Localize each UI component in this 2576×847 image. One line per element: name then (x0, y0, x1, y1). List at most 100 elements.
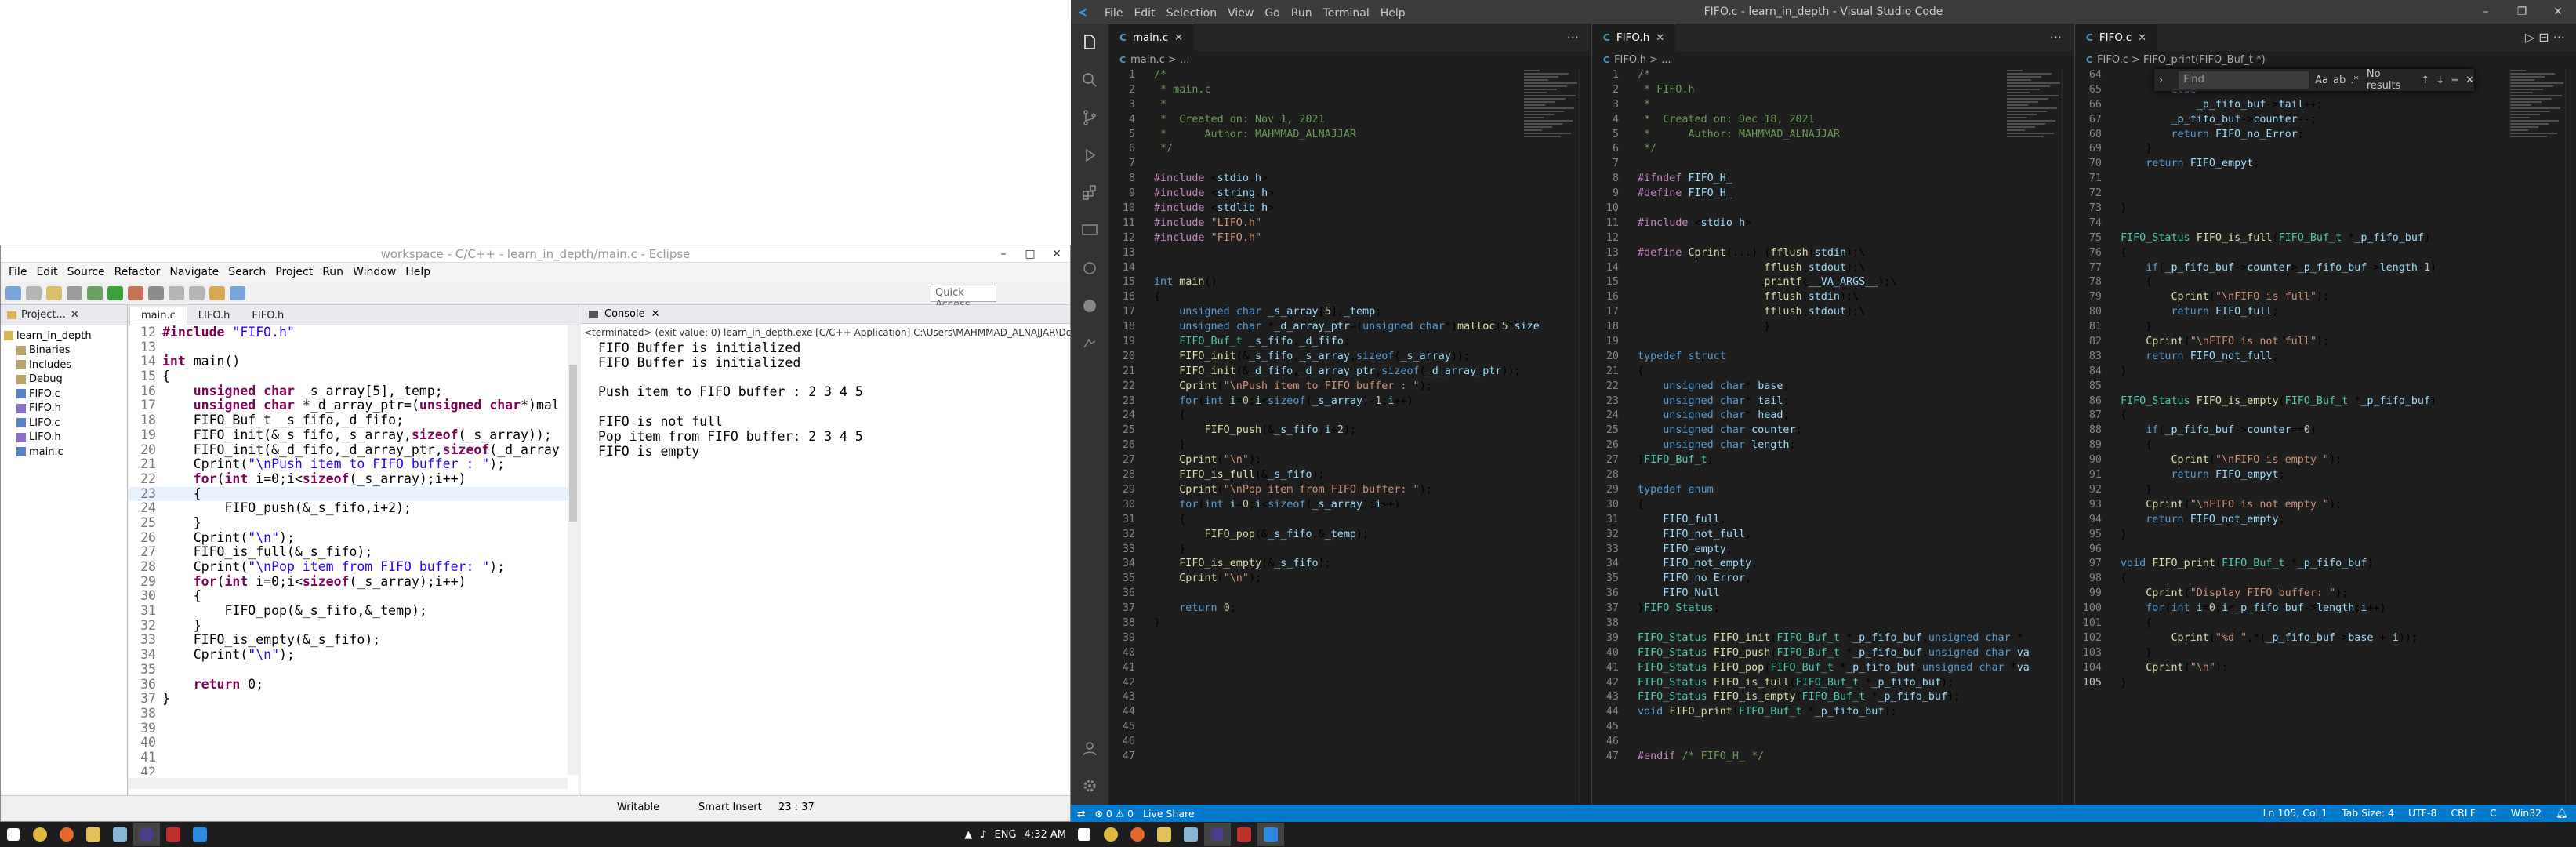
close-icon[interactable]: ✕ (2465, 75, 2474, 86)
menu-item-project[interactable]: Project (270, 266, 317, 278)
menu-item-window[interactable]: Window (348, 266, 401, 278)
close-icon[interactable]: ✕ (1174, 32, 1183, 44)
editor-code[interactable]: 12 #include "FIFO.h" 13 14 int main() 15 {16 u… (129, 325, 568, 775)
status-line-col[interactable]: Ln 105, Col 1 (2263, 807, 2327, 820)
source-control-icon[interactable] (1071, 99, 1108, 136)
tree-item[interactable]: LIFO.c (4, 416, 124, 431)
menu-item-source[interactable]: Source (63, 266, 110, 278)
run-debug-icon[interactable] (1071, 136, 1108, 174)
vscode-title-bar[interactable]: ≺ File Edit Selection View Go Run Terminal Help… (1071, 0, 2576, 24)
tree-item[interactable]: LIFO.h (4, 431, 124, 445)
breadcrumb[interactable]: C FIFO.c > FIFO_print(FIFO_Buf_t *) (2075, 51, 2576, 68)
menu-item-search[interactable]: Search (223, 266, 270, 278)
menu-item-go[interactable]: Go (1259, 7, 1285, 20)
more-actions-icon[interactable]: ··· (2050, 30, 2062, 45)
menu-item-help[interactable]: Help (401, 266, 435, 278)
remote-icon[interactable]: ⇄ (1077, 808, 1085, 820)
nav-back-icon[interactable] (169, 285, 184, 300)
eclipse-title-bar[interactable]: workspace - C/C++ - learn_in_depth/main.… (1, 245, 1070, 263)
whole-word-icon[interactable]: ab (2333, 75, 2346, 86)
menu-item-run[interactable]: Run (317, 266, 348, 278)
account-icon[interactable] (1071, 729, 1108, 767)
arrow-down-icon[interactable]: ↓ (2436, 75, 2444, 86)
menu-item-navigate[interactable]: Navigate (165, 266, 223, 278)
editor-tab[interactable]: C FIFO.h ✕ (1592, 24, 1676, 51)
minimap[interactable] (2510, 68, 2565, 162)
status-language[interactable]: C (2490, 807, 2497, 820)
tree-item[interactable]: Debug (4, 373, 124, 387)
live-share-status[interactable]: Live Share (1143, 808, 1195, 820)
match-case-icon[interactable]: Aa (2315, 75, 2328, 86)
minimize-icon[interactable]: – (990, 245, 1017, 263)
quick-access-input[interactable]: Quick Access (931, 285, 996, 311)
editor-tab[interactable]: FIFO.h (241, 307, 295, 325)
close-icon[interactable]: ✕ (2138, 32, 2146, 44)
explorer-icon[interactable] (80, 823, 107, 846)
vertical-scrollbar[interactable] (2062, 68, 2073, 805)
tree-item[interactable]: Includes (4, 358, 124, 373)
run-icon[interactable] (107, 285, 123, 300)
tree-item[interactable]: FIFO.h (4, 402, 124, 416)
menu-item-terminal[interactable]: Terminal (1318, 7, 1375, 20)
find-input[interactable]: Find (2179, 71, 2309, 89)
arrow-up-icon[interactable]: ↑ (2421, 75, 2429, 86)
chrome-icon[interactable] (1098, 823, 1124, 846)
search-icon[interactable] (1071, 61, 1108, 99)
menu-item-refactor[interactable]: Refactor (110, 266, 165, 278)
build-icon[interactable] (46, 285, 62, 300)
explorer-icon[interactable] (1151, 823, 1177, 846)
vscode-taskbar-icon[interactable] (1257, 823, 1284, 846)
status-encoding[interactable]: UTF-8 (2408, 807, 2436, 820)
manage-gear-icon[interactable] (1071, 767, 1108, 805)
vertical-scrollbar[interactable] (2565, 68, 2576, 805)
close-icon[interactable]: ✕ (2540, 0, 2576, 24)
firefox-icon[interactable] (53, 823, 80, 846)
tree-item[interactable]: learn_in_depth (4, 329, 124, 344)
breadcrumb[interactable]: Cmain.c > ... (1108, 51, 1590, 68)
chevron-right-icon[interactable]: › (2159, 75, 2163, 86)
eclipse-taskbar-icon[interactable] (133, 823, 160, 846)
editor-tab[interactable]: main.c (129, 307, 187, 325)
clock[interactable]: 4:32 AM (1025, 829, 1066, 841)
code-area[interactable]: 1/* 2 * FIFO.h 3 * 4 * Created on: Dec 18, … (1592, 68, 2073, 805)
more-actions-icon[interactable]: ··· (1567, 30, 1579, 45)
save-icon[interactable] (26, 285, 42, 300)
windows-start-icon[interactable] (1071, 823, 1098, 846)
menu-item-file[interactable]: File (1099, 7, 1128, 20)
github-icon[interactable] (1071, 287, 1108, 325)
live-share-icon[interactable] (1071, 325, 1108, 362)
chrome-icon[interactable] (27, 823, 53, 846)
project-explorer-tab[interactable]: Project... ✕ (1, 305, 127, 325)
stop-icon[interactable] (128, 285, 143, 300)
minimize-icon[interactable]: – (2468, 0, 2504, 24)
tree-item[interactable]: FIFO.c (4, 387, 124, 402)
new-icon[interactable] (5, 285, 21, 300)
close-icon[interactable]: ✕ (651, 308, 660, 320)
more-actions-icon[interactable]: ▷ ⊟ ··· (2525, 30, 2565, 45)
selection-icon[interactable]: ≡ (2451, 75, 2459, 86)
status-tab-size[interactable]: Tab Size: 4 (2342, 807, 2394, 820)
network-icon[interactable]: ▲ (964, 829, 972, 841)
firefox-icon[interactable] (1124, 823, 1151, 846)
editor-tab[interactable]: Cmain.c ✕ (1108, 24, 1195, 51)
code-area[interactable]: 64 _p_fifo_buf->tail=_p_fifo_buf->base;6… (2075, 68, 2576, 805)
minimap[interactable] (1524, 68, 1579, 162)
explorer-icon[interactable] (1071, 24, 1108, 61)
menu-item-file[interactable]: File (4, 266, 31, 278)
close-icon[interactable]: ✕ (71, 309, 79, 321)
vscode-taskbar-icon[interactable] (187, 823, 213, 846)
settings-icon[interactable] (67, 285, 82, 300)
perspective-icon[interactable] (230, 285, 245, 300)
tree-item[interactable]: main.c (4, 445, 124, 460)
console-tab[interactable]: Console ✕ (581, 305, 1070, 324)
breadcrumb[interactable]: C FIFO.h > ... (1592, 51, 2073, 68)
extensions-icon[interactable] (1071, 174, 1108, 212)
nav-forward-icon[interactable] (189, 285, 205, 300)
editor-horizontal-scrollbar[interactable] (129, 778, 568, 789)
tree-item[interactable]: Binaries (4, 344, 124, 358)
minimap[interactable] (2007, 68, 2062, 162)
bell-icon[interactable]: 🔔︎ (2556, 807, 2568, 820)
testing-icon[interactable] (1071, 249, 1108, 287)
close-icon[interactable]: ✕ (1043, 245, 1070, 263)
code-area[interactable]: 1/* 2 * main.c 3 * 4 * Created on: Nov 1, 2… (1108, 68, 1590, 805)
